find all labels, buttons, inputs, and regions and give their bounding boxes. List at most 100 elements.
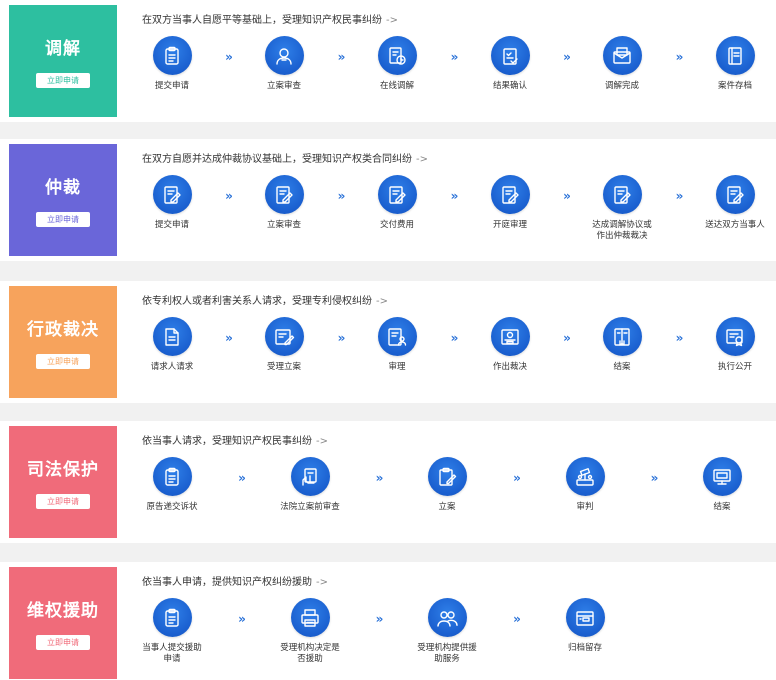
process-step[interactable]: 法院立案前审查: [262, 457, 358, 513]
apply-now-button[interactable]: 立即申请: [36, 635, 90, 650]
chevron-right-icon: »: [675, 50, 684, 64]
clipboard-icon: [152, 457, 192, 496]
process-step[interactable]: 作出裁决: [462, 317, 558, 373]
description-text: 依当事人请求，受理知识产权民事纠纷: [142, 436, 312, 447]
step-label: 立案审查: [266, 81, 301, 91]
process-step[interactable]: 审判: [537, 457, 633, 513]
apply-now-button[interactable]: 立即申请: [36, 354, 90, 369]
category-title: 维权援助: [27, 601, 99, 621]
process-step[interactable]: 当事人提交援助 申请: [124, 598, 220, 665]
description-arrow: ->: [316, 577, 328, 588]
apply-now-button[interactable]: 立即申请: [36, 494, 90, 509]
process-step[interactable]: 开庭审理: [462, 175, 558, 231]
chevron-right-icon: »: [450, 50, 459, 64]
process-step[interactable]: 调解完成: [574, 36, 670, 92]
clipboard-icon: [152, 36, 192, 75]
process-step[interactable]: 受理机构决定是 否援助: [262, 598, 358, 665]
chevron-right-icon: »: [225, 189, 233, 203]
description-arrow: ->: [386, 15, 398, 26]
process-step[interactable]: 立案审查: [236, 175, 332, 231]
printer-icon: [290, 598, 330, 637]
description-arrow: ->: [316, 436, 328, 447]
checklist-icon: [490, 36, 530, 75]
chevron-right-icon: »: [513, 612, 521, 626]
description-arrow: ->: [376, 296, 388, 307]
process-step[interactable]: 执行公开: [687, 317, 776, 373]
step-label: 受理立案: [266, 362, 301, 372]
process-step[interactable]: 达成调解协议或 作出仲裁裁决: [574, 175, 670, 242]
clipboard-pen-icon: [427, 457, 467, 496]
step-label: 当事人提交援助 申请: [142, 643, 202, 664]
chevron-right-icon: »: [513, 471, 521, 485]
step-label: 提交申请: [154, 220, 189, 230]
process-step[interactable]: 受理立案: [236, 317, 332, 373]
process-step[interactable]: 归档留存: [537, 598, 633, 654]
step-label: 调解完成: [604, 81, 639, 91]
process-step[interactable]: 案件存档: [687, 36, 776, 92]
process-step[interactable]: 交付费用: [349, 175, 445, 231]
chevron-right-icon: »: [563, 189, 571, 203]
step-label: 审理: [388, 362, 406, 372]
category-title: 调解: [45, 39, 81, 59]
chevron-right-icon: »: [375, 612, 384, 626]
section-description: 在双方当事人自愿平等基础上，受理知识产权民事纠纷 ->: [142, 11, 398, 26]
chevron-right-icon: »: [337, 189, 346, 203]
process-step[interactable]: 提交申请: [124, 175, 220, 231]
step-label: 交付费用: [379, 220, 414, 230]
process-step[interactable]: 在线调解: [349, 36, 445, 92]
mail-icon: [602, 36, 642, 75]
apply-now-button[interactable]: 立即申请: [36, 73, 90, 88]
document-sign-icon: [490, 175, 530, 214]
chevron-right-icon: »: [675, 331, 684, 345]
step-label: 立案审查: [266, 220, 301, 230]
chevron-right-icon: »: [450, 189, 459, 203]
step-label: 结案: [613, 362, 631, 372]
chevron-right-icon: »: [238, 612, 246, 626]
step-label: 开庭审理: [492, 220, 527, 230]
description-text: 在双方当事人自愿平等基础上，受理知识产权民事纠纷: [142, 15, 382, 26]
process-step[interactable]: 原告递交诉状: [124, 457, 220, 513]
process-step[interactable]: 结案: [674, 457, 770, 513]
process-step[interactable]: 请求人请求: [124, 317, 220, 373]
document-sign-icon: [152, 175, 192, 214]
step-label: 结果确认: [492, 81, 527, 91]
document-sign-icon: [715, 175, 755, 214]
process-step[interactable]: 结案: [574, 317, 670, 373]
step-label: 送达双方当事人: [705, 220, 765, 230]
chevron-right-icon: »: [225, 50, 233, 64]
description-text: 依当事人申请，提供知识产权纠纷援助: [142, 577, 312, 588]
process-step[interactable]: 立案审查: [236, 36, 332, 92]
category-tile: 司法保护 立即申请: [9, 426, 117, 538]
step-label: 立案: [438, 502, 456, 512]
category-title: 仲裁: [45, 178, 81, 198]
book-icon: [602, 317, 642, 356]
step-label: 提交申请: [154, 81, 189, 91]
gavel-icon: [565, 457, 605, 496]
document-sign-icon: [264, 175, 304, 214]
document-edit-icon: [152, 317, 192, 356]
notebook-icon: [715, 36, 755, 75]
award-document-icon: [715, 317, 755, 356]
process-step[interactable]: 结果确认: [462, 36, 558, 92]
section-administrative: 行政裁决 立即申请 依专利权人或者利害关系人请求，受理专利侵权纠纷 -> 请求人请求 » 受…: [0, 281, 776, 403]
process-step[interactable]: 提交申请: [124, 36, 220, 92]
process-step[interactable]: 立案: [399, 457, 495, 513]
description-text: 在双方自愿并达成仲裁协议基础上，受理知识产权类合同纠纷: [142, 154, 412, 165]
section-description: 在双方自愿并达成仲裁协议基础上，受理知识产权类合同纠纷 ->: [142, 150, 428, 165]
document-chart-icon: [377, 36, 417, 75]
apply-now-button[interactable]: 立即申请: [36, 212, 90, 227]
process-step[interactable]: 审理: [349, 317, 445, 373]
step-label: 作出裁决: [492, 362, 527, 372]
process-step[interactable]: 受理机构提供援 助服务: [399, 598, 495, 665]
step-label: 在线调解: [379, 81, 414, 91]
step-label: 归档留存: [567, 643, 602, 653]
form-person-icon: [377, 317, 417, 356]
process-step[interactable]: 送达双方当事人: [687, 175, 776, 231]
chevron-right-icon: »: [375, 471, 384, 485]
hand-document-icon: [290, 457, 330, 496]
chevron-right-icon: »: [563, 50, 571, 64]
step-label: 法院立案前审查: [280, 502, 340, 512]
document-sign-icon: [602, 175, 642, 214]
process-page: 调解 立即申请 在双方当事人自愿平等基础上，受理知识产权民事纠纷 -> 提交申请» 立案审…: [0, 0, 776, 680]
section-description: 依当事人请求，受理知识产权民事纠纷 ->: [142, 432, 328, 447]
